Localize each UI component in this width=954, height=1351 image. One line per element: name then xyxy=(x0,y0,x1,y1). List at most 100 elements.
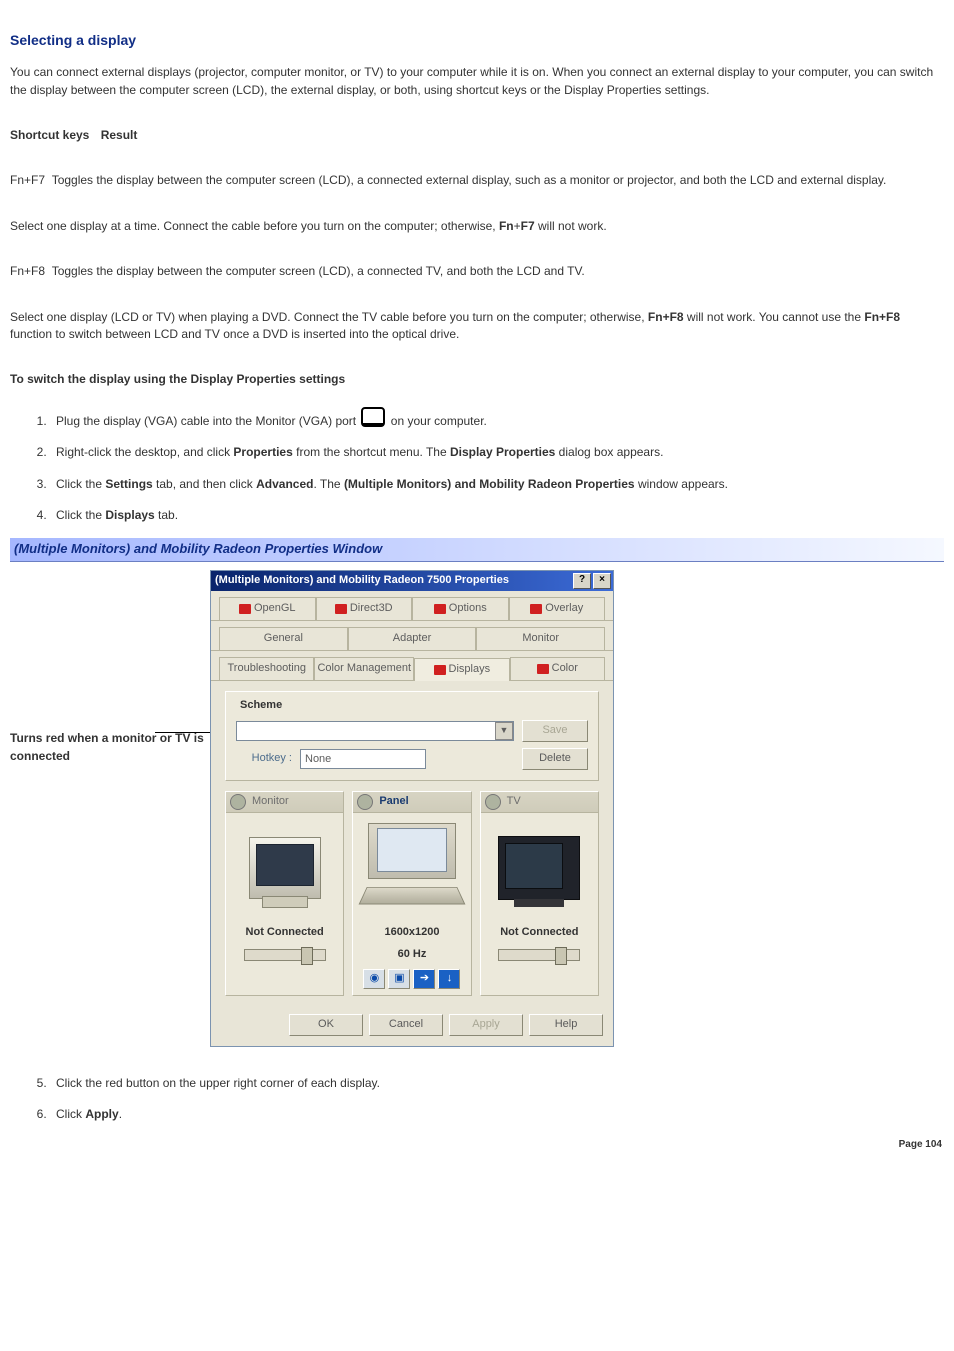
figure-area: Turns red when a monitor or TV is connec… xyxy=(10,570,944,1047)
step4-post: tab. xyxy=(155,508,178,522)
step6-post: . xyxy=(119,1107,122,1121)
step1-pre: Plug the display (VGA) cable into the Mo… xyxy=(56,414,359,428)
step4-pre: Click the xyxy=(56,508,105,522)
dialog-titlebar: (Multiple Monitors) and Mobility Radeon … xyxy=(211,571,613,591)
step1-post: on your computer. xyxy=(387,414,486,428)
tab-opengl[interactable]: OpenGL xyxy=(219,597,316,620)
tab-displays[interactable]: Displays xyxy=(414,658,509,681)
tv-status: Not Connected xyxy=(481,923,598,947)
fnf8-note-mid: will not work. You cannot use the xyxy=(684,310,865,324)
step3-b1: Settings xyxy=(105,477,152,491)
panel-body: Scheme ▼ Save Hotkey : None Delete Monit… xyxy=(211,681,613,1004)
figure-caption: (Multiple Monitors) and Mobility Radeon … xyxy=(10,538,944,562)
fnf7-note-pre: Select one display at a time. Connect th… xyxy=(10,219,499,233)
fnf8-note-pre: Select one display (LCD or TV) when play… xyxy=(10,310,648,324)
step4-b1: Displays xyxy=(105,508,154,522)
scheme-label: Scheme xyxy=(240,698,588,714)
tab-color[interactable]: Color xyxy=(510,657,605,680)
fnf8-bold1: Fn+F8 xyxy=(648,310,684,324)
fnf7-note: Select one display at a time. Connect th… xyxy=(10,218,944,235)
ok-button[interactable]: OK xyxy=(289,1014,363,1036)
col-shortcut: Shortcut keys xyxy=(10,128,89,142)
tabs-row-1: OpenGL Direct3D Options Overlay xyxy=(211,591,613,621)
scheme-combo[interactable]: ▼ xyxy=(236,721,514,741)
fnf8-note-post: function to switch between LCD and TV on… xyxy=(10,327,459,341)
scheme-group: Scheme ▼ Save Hotkey : None Delete xyxy=(225,691,599,781)
step3-pre: Click the xyxy=(56,477,105,491)
step2-post: dialog box appears. xyxy=(555,445,663,459)
dialog-button-row: OK Cancel Apply Help xyxy=(211,1004,613,1046)
save-button[interactable]: Save xyxy=(522,720,588,742)
monitor-tab[interactable]: Monitor xyxy=(226,792,343,813)
tab-options[interactable]: Options xyxy=(412,597,509,620)
monitor-slider[interactable] xyxy=(244,949,326,961)
power-icon[interactable] xyxy=(357,794,373,810)
tv-slider[interactable] xyxy=(498,949,580,961)
tv-box: TV Not Connected xyxy=(480,791,599,996)
fnf8-desc: Toggles the display between the computer… xyxy=(52,264,585,278)
monitor-box: Monitor Not Connected xyxy=(225,791,344,996)
help-icon[interactable]: ? xyxy=(573,573,591,589)
panel-tab[interactable]: Panel xyxy=(353,792,470,813)
tab-adapter[interactable]: Adapter xyxy=(348,627,477,650)
tabs-row-2: General Adapter Monitor xyxy=(211,621,613,651)
cancel-button[interactable]: Cancel xyxy=(369,1014,443,1036)
tab-overlay[interactable]: Overlay xyxy=(509,597,606,620)
step-6: Click Apply. xyxy=(50,1106,944,1123)
page-title: Selecting a display xyxy=(10,30,944,50)
intro-paragraph: You can connect external displays (proje… xyxy=(10,64,944,99)
step2-mid: from the shortcut menu. The xyxy=(293,445,450,459)
tab-monitor[interactable]: Monitor xyxy=(476,627,605,650)
step2-pre: Right-click the desktop, and click xyxy=(56,445,233,459)
fnf8-bold2: Fn+F8 xyxy=(864,310,900,324)
fnf7-note-post: will not work. xyxy=(535,219,607,233)
annotation-text: Turns red when a monitor or TV is connec… xyxy=(10,731,204,762)
tab-direct3d[interactable]: Direct3D xyxy=(316,597,413,620)
ati-icon xyxy=(239,604,251,614)
step3-mid1: tab, and then click xyxy=(153,477,256,491)
step3-mid2: . The xyxy=(313,477,343,491)
circle-icon[interactable]: ◉ xyxy=(363,969,385,989)
fnf7-key: Fn+F7 xyxy=(10,173,45,187)
panel-controls: ◉ ▣ ➔ ↓ xyxy=(353,969,470,995)
close-icon[interactable]: × xyxy=(593,573,611,589)
delete-button[interactable]: Delete xyxy=(522,748,588,770)
tabs-row-3: Troubleshooting Color Management Display… xyxy=(211,651,613,681)
tab-colormgmt[interactable]: Color Management xyxy=(314,657,414,680)
square-icon[interactable]: ▣ xyxy=(388,969,410,989)
arrow-right-icon[interactable]: ➔ xyxy=(413,969,435,989)
step6-pre: Click xyxy=(56,1107,85,1121)
step2-b2: Display Properties xyxy=(450,445,555,459)
col-result: Result xyxy=(101,128,138,142)
tv-tab[interactable]: TV xyxy=(481,792,598,813)
dialog-title: (Multiple Monitors) and Mobility Radeon … xyxy=(215,573,509,589)
fn-bold: Fn xyxy=(499,219,514,233)
tab-troubleshooting[interactable]: Troubleshooting xyxy=(219,657,314,680)
fnf8-note: Select one display (LCD or TV) when play… xyxy=(10,309,944,344)
subheading: To switch the display using the Display … xyxy=(10,371,944,388)
hotkey-field[interactable]: None xyxy=(300,749,426,769)
help-button[interactable]: Help xyxy=(529,1014,603,1036)
page-number: Page 104 xyxy=(899,1138,942,1153)
apply-button[interactable]: Apply xyxy=(449,1014,523,1036)
step-3: Click the Settings tab, and then click A… xyxy=(50,476,944,493)
steps-list-cont: Click the red button on the upper right … xyxy=(10,1075,944,1124)
arrow-down-icon[interactable]: ↓ xyxy=(438,969,460,989)
displays-row: Monitor Not Connected Panel 1600x1200 60… xyxy=(225,791,599,996)
crt-icon xyxy=(249,837,321,899)
step6-b1: Apply xyxy=(85,1107,118,1121)
fnf8-row: Fn+F8 Toggles the display between the co… xyxy=(10,263,944,280)
panel-box: Panel 1600x1200 60 Hz ◉ ▣ ➔ ↓ xyxy=(352,791,471,996)
step3-b3: (Multiple Monitors) and Mobility Radeon … xyxy=(344,477,635,491)
step-2: Right-click the desktop, and click Prope… xyxy=(50,444,944,461)
panel-tab-label: Panel xyxy=(379,794,408,810)
power-icon[interactable] xyxy=(485,794,501,810)
ati-icon xyxy=(335,604,347,614)
panel-hz: 60 Hz xyxy=(353,947,470,969)
ati-icon xyxy=(434,604,446,614)
tv-tab-label: TV xyxy=(507,794,521,810)
power-icon[interactable] xyxy=(230,794,246,810)
monitor-status: Not Connected xyxy=(226,923,343,947)
laptop-icon xyxy=(368,823,456,879)
tab-general[interactable]: General xyxy=(219,627,348,650)
